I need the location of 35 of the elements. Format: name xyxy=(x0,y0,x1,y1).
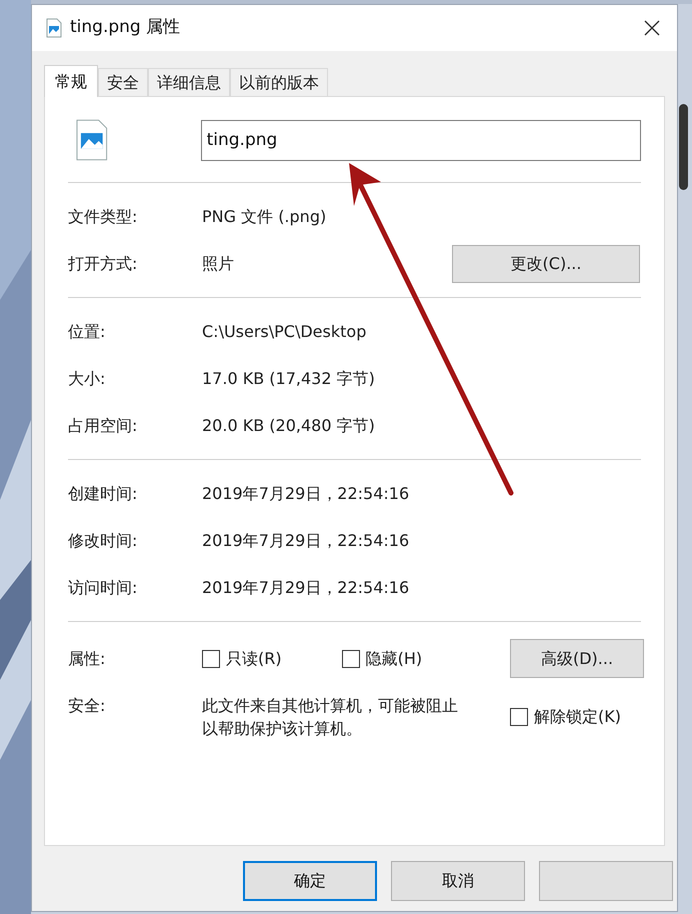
advanced-button[interactable]: 高级(D)... xyxy=(510,639,644,678)
field-label: 安全: xyxy=(68,695,106,717)
field-label: 文件类型: xyxy=(68,206,138,228)
file-name-field[interactable]: ting.png xyxy=(200,120,641,160)
tab[interactable]: 常规 xyxy=(44,65,98,97)
field-value: 2019年7月29日，22:54:16 xyxy=(202,576,410,598)
tab[interactable]: 详细信息 xyxy=(148,68,230,96)
close-icon xyxy=(643,19,661,37)
field-label: 创建时间: xyxy=(68,482,138,504)
field-label: 访问时间: xyxy=(68,576,138,598)
field-value: 20.0 KB (20,480 字节) xyxy=(202,414,376,436)
checkbox[interactable]: 解除锁定(K) xyxy=(510,705,621,729)
field-label: 属性: xyxy=(68,648,106,670)
field-value: PNG 文件 (.png) xyxy=(202,206,328,228)
checkbox[interactable]: 只读(R) xyxy=(202,646,282,670)
field-value: 2019年7月29日，22:54:16 xyxy=(202,530,410,552)
field-value: 17.0 KB (17,432 字节) xyxy=(202,368,376,390)
dialog-button[interactable]: 取消 xyxy=(391,861,525,901)
image-file-icon xyxy=(46,18,62,38)
field-label: 大小: xyxy=(68,368,106,390)
window-title: ting.png 属性 xyxy=(70,16,180,40)
security-note: 此文件来自其他计算机，可能被阻止以帮助保护该计算机。 xyxy=(202,695,459,740)
field-label: 打开方式: xyxy=(68,252,138,274)
field-label: 占用空间: xyxy=(68,414,138,436)
image-file-icon xyxy=(76,119,108,161)
field-value: 照片 xyxy=(202,252,235,274)
field-label: 位置: xyxy=(68,320,106,342)
field-label: 修改时间: xyxy=(68,530,138,552)
field-value: 2019年7月29日，22:54:16 xyxy=(202,482,410,504)
tab[interactable]: 安全 xyxy=(98,68,148,96)
checkbox[interactable]: 隐藏(H) xyxy=(342,646,422,670)
dialog-button[interactable]: 确定 xyxy=(243,861,377,901)
field-value: C:\Users\PC\Desktop xyxy=(202,320,368,342)
change-button[interactable]: 更改(C)... xyxy=(452,244,640,282)
tab[interactable]: 以前的版本 xyxy=(230,68,328,96)
